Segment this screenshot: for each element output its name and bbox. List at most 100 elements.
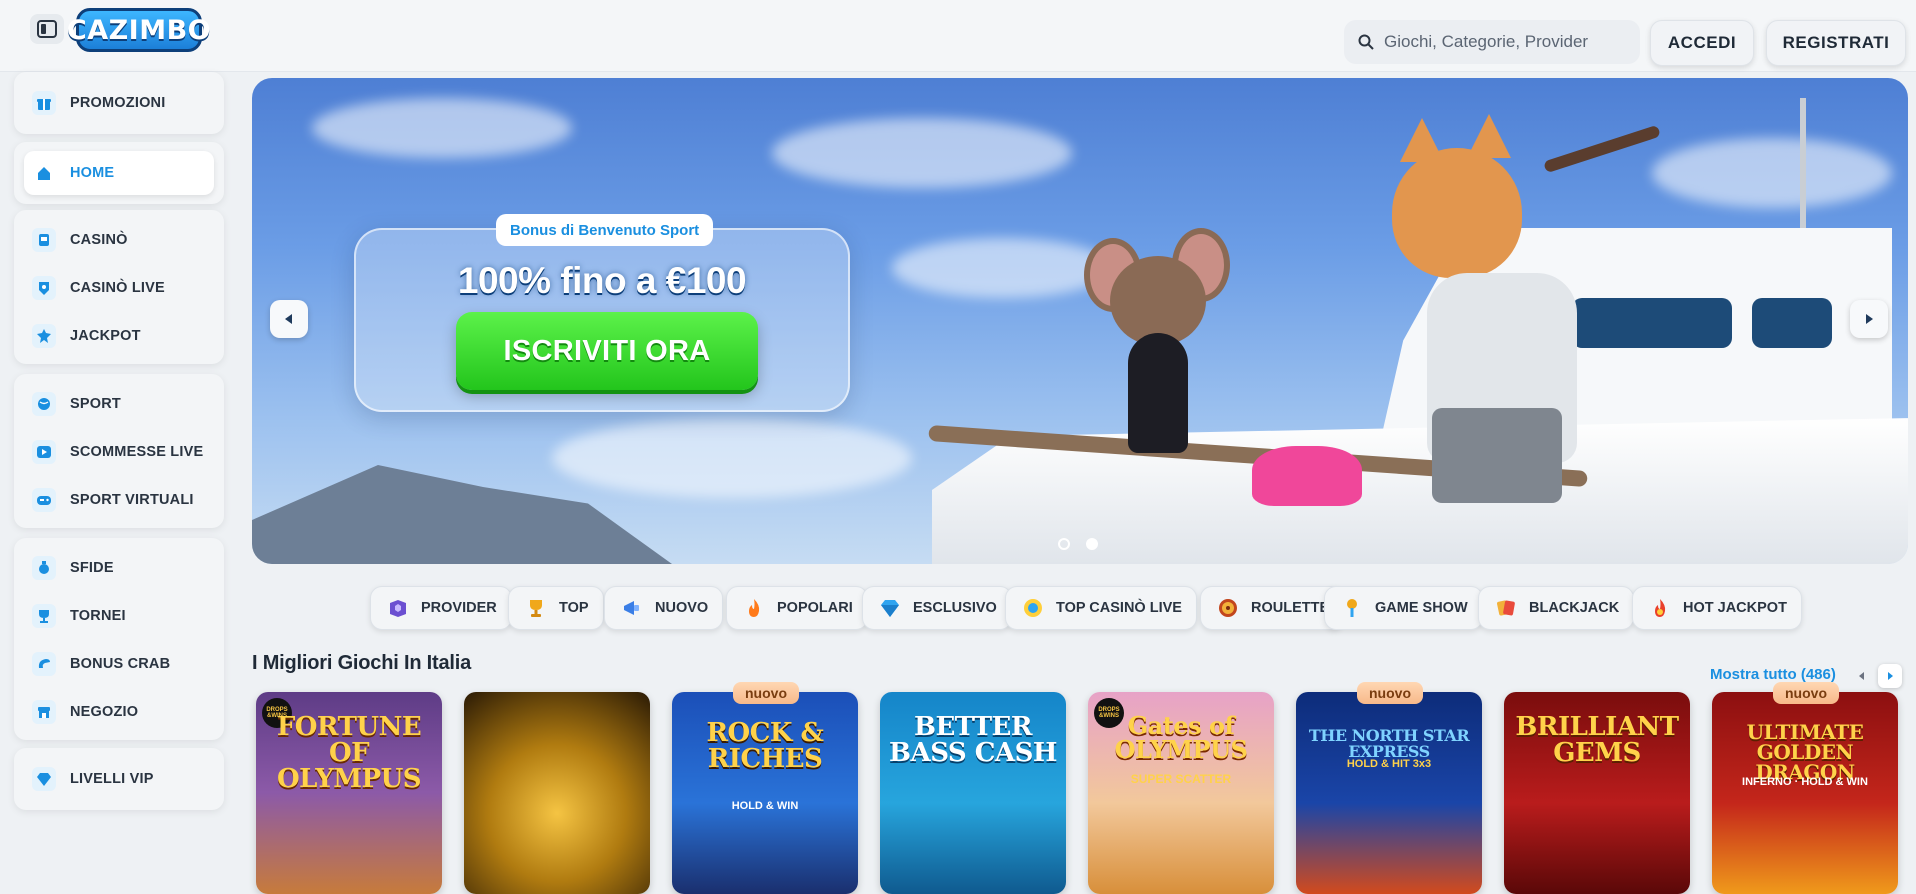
sidebar-item-sport[interactable]: SPORT	[24, 382, 214, 426]
carousel-prev-button[interactable]	[270, 300, 308, 338]
register-button[interactable]: REGISTRATI	[1766, 20, 1906, 66]
sidebar-item-casino-live[interactable]: CASINÒ LIVE	[24, 266, 214, 310]
category-esclusivo[interactable]: ESCLUSIVO	[862, 586, 1012, 630]
sidebar-group-home: HOME	[14, 142, 224, 204]
cat-shorts	[1432, 408, 1562, 503]
diamond-icon	[32, 767, 56, 791]
game-card[interactable]	[464, 692, 650, 894]
new-badge: nuovo	[1773, 682, 1839, 704]
category-label: BLACKJACK	[1529, 600, 1620, 616]
play-icon	[32, 440, 56, 464]
fire-icon	[741, 595, 767, 621]
cloud-decoration	[1652, 138, 1892, 208]
cloud-decoration	[772, 118, 1072, 188]
jackpot-icon	[32, 324, 56, 348]
game-title: FORTUNE OF OLYMPUS	[276, 712, 422, 794]
sidebar-item-label: BONUS CRAB	[70, 656, 171, 672]
promo-tag: Bonus di Benvenuto Sport	[496, 214, 714, 246]
carousel-dot-active[interactable]	[1086, 538, 1098, 550]
category-popolari[interactable]: POPOLARI	[726, 586, 868, 630]
game-title: ROCK & RICHES	[706, 718, 824, 774]
trophy-icon	[32, 604, 56, 628]
game-title: ULTIMATE GOLDEN DRAGON	[1746, 720, 1864, 784]
category-hot-jackpot[interactable]: HOT JACKPOT	[1632, 586, 1802, 630]
search-input[interactable]	[1384, 32, 1614, 52]
sidebar-item-scommesse-live[interactable]: SCOMMESSE LIVE	[24, 430, 214, 474]
promo-card: Bonus di Benvenuto Sport 100% fino a €10…	[354, 214, 850, 412]
game-card[interactable]: DROPS &WINS Gates of OLYMPUS SUPER SCATTE…	[1088, 692, 1274, 894]
game-subtitle: HOLD & HIT 3x3	[1346, 758, 1432, 770]
sidebar-item-negozio[interactable]: NEGOZIO	[24, 690, 214, 734]
hot-jackpot-icon	[1647, 595, 1673, 621]
category-nuovo[interactable]: NUOVO	[604, 586, 724, 630]
new-badge: nuovo	[733, 682, 799, 704]
mouse-tuxedo	[1128, 333, 1188, 453]
category-provider[interactable]: PROVIDER	[370, 586, 512, 630]
ball-icon	[32, 392, 56, 416]
sidebar-group-promo: PROMOZIONI	[14, 72, 224, 134]
category-label: GAME SHOW	[1375, 600, 1468, 616]
category-label: PROVIDER	[421, 600, 497, 616]
game-title: BRILLIANT GEMS	[1515, 712, 1679, 768]
sidebar-item-label: NEGOZIO	[70, 704, 139, 720]
sidebar-group-vip: LIVELLI VIP	[14, 748, 224, 810]
sidebar-item-promozioni[interactable]: PROMOZIONI	[24, 81, 214, 125]
sidebar-item-label: SPORT VIRTUALI	[70, 492, 194, 508]
game-card[interactable]: BRILLIANT GEMS	[1504, 692, 1690, 894]
game-title: BETTER BASS CASH	[889, 712, 1057, 768]
game-card[interactable]: ULTIMATE GOLDEN DRAGON INFERNO · HOLD & …	[1712, 692, 1898, 894]
games-next-button[interactable]	[1878, 664, 1902, 688]
game-card[interactable]: ROCK & RICHES HOLD & WIN	[672, 692, 858, 894]
shop-icon	[32, 700, 56, 724]
search-icon	[1358, 34, 1374, 50]
signup-now-button[interactable]: ISCRIVITI ORA	[456, 312, 758, 390]
boat-window	[1752, 298, 1832, 348]
category-game-show[interactable]: GAME SHOW	[1324, 586, 1483, 630]
login-button[interactable]: ACCEDI	[1650, 20, 1754, 66]
gift-illustration	[1252, 446, 1362, 506]
sidebar-item-label: PROMOZIONI	[70, 95, 166, 111]
chevron-right-icon	[1866, 314, 1873, 324]
game-title: Gates of OLYMPUS	[1114, 711, 1248, 764]
sidebar-item-home[interactable]: HOME	[24, 151, 214, 195]
category-label: TOP	[559, 600, 589, 616]
carousel-dot[interactable]	[1058, 538, 1070, 550]
sidebar-item-livelli-vip[interactable]: LIVELLI VIP	[24, 757, 214, 801]
sidebar-item-label: SPORT	[70, 396, 121, 412]
sidebar-item-bonus-crab[interactable]: BONUS CRAB	[24, 642, 214, 686]
cazimbo-logo[interactable]: CAZIMBO	[67, 8, 211, 52]
trophy-icon	[523, 595, 549, 621]
games-prev-button[interactable]	[1850, 664, 1874, 688]
sidebar-item-sfide[interactable]: SFIDE	[24, 546, 214, 590]
game-card[interactable]: BETTER BASS CASH	[880, 692, 1066, 894]
roulette-icon	[1215, 595, 1241, 621]
carousel-next-button[interactable]	[1850, 300, 1888, 338]
sidebar-item-tornei[interactable]: TORNEI	[24, 594, 214, 638]
home-icon	[32, 161, 56, 185]
sidebar-item-label: CASINÒ LIVE	[70, 280, 165, 296]
category-blackjack[interactable]: BLACKJACK	[1478, 586, 1635, 630]
game-card[interactable]: DROPS &WINS FORTUNE OF OLYMPUS	[256, 692, 442, 894]
sidebar-item-sport-virtuali[interactable]: SPORT VIRTUALI	[24, 478, 214, 522]
provider-icon	[385, 595, 411, 621]
boat-window	[1572, 298, 1732, 348]
cloud-decoration	[892, 238, 1112, 298]
sidebar-item-label: HOME	[70, 165, 115, 181]
hero-banner[interactable]: Bonus di Benvenuto Sport 100% fino a €10…	[252, 78, 1908, 564]
category-roulette[interactable]: ROULETTE	[1200, 586, 1345, 630]
category-top-casino-live[interactable]: TOP CASINÒ LIVE	[1005, 586, 1197, 630]
menu-toggle-icon[interactable]	[30, 14, 64, 44]
sidebar-item-casino[interactable]: CASINÒ	[24, 218, 214, 262]
sidebar-group-extra: SFIDE TORNEI BONUS CRAB NEGOZIO	[14, 538, 224, 740]
sidebar-item-label: SCOMMESSE LIVE	[70, 444, 204, 460]
game-subtitle: SUPER SCATTER	[1130, 772, 1232, 786]
chevron-right-icon	[1888, 672, 1893, 680]
see-all-link[interactable]: Mostra tutto (486)	[1710, 666, 1836, 683]
game-card[interactable]: THE NORTH STAR EXPRESS HOLD & HIT 3x3	[1296, 692, 1482, 894]
sidebar-item-label: SFIDE	[70, 560, 114, 576]
search-box[interactable]	[1344, 20, 1640, 64]
slot-machine-icon	[32, 228, 56, 252]
cards-icon	[1493, 595, 1519, 621]
category-top[interactable]: TOP	[508, 586, 604, 630]
sidebar-item-jackpot[interactable]: JACKPOT	[24, 314, 214, 358]
